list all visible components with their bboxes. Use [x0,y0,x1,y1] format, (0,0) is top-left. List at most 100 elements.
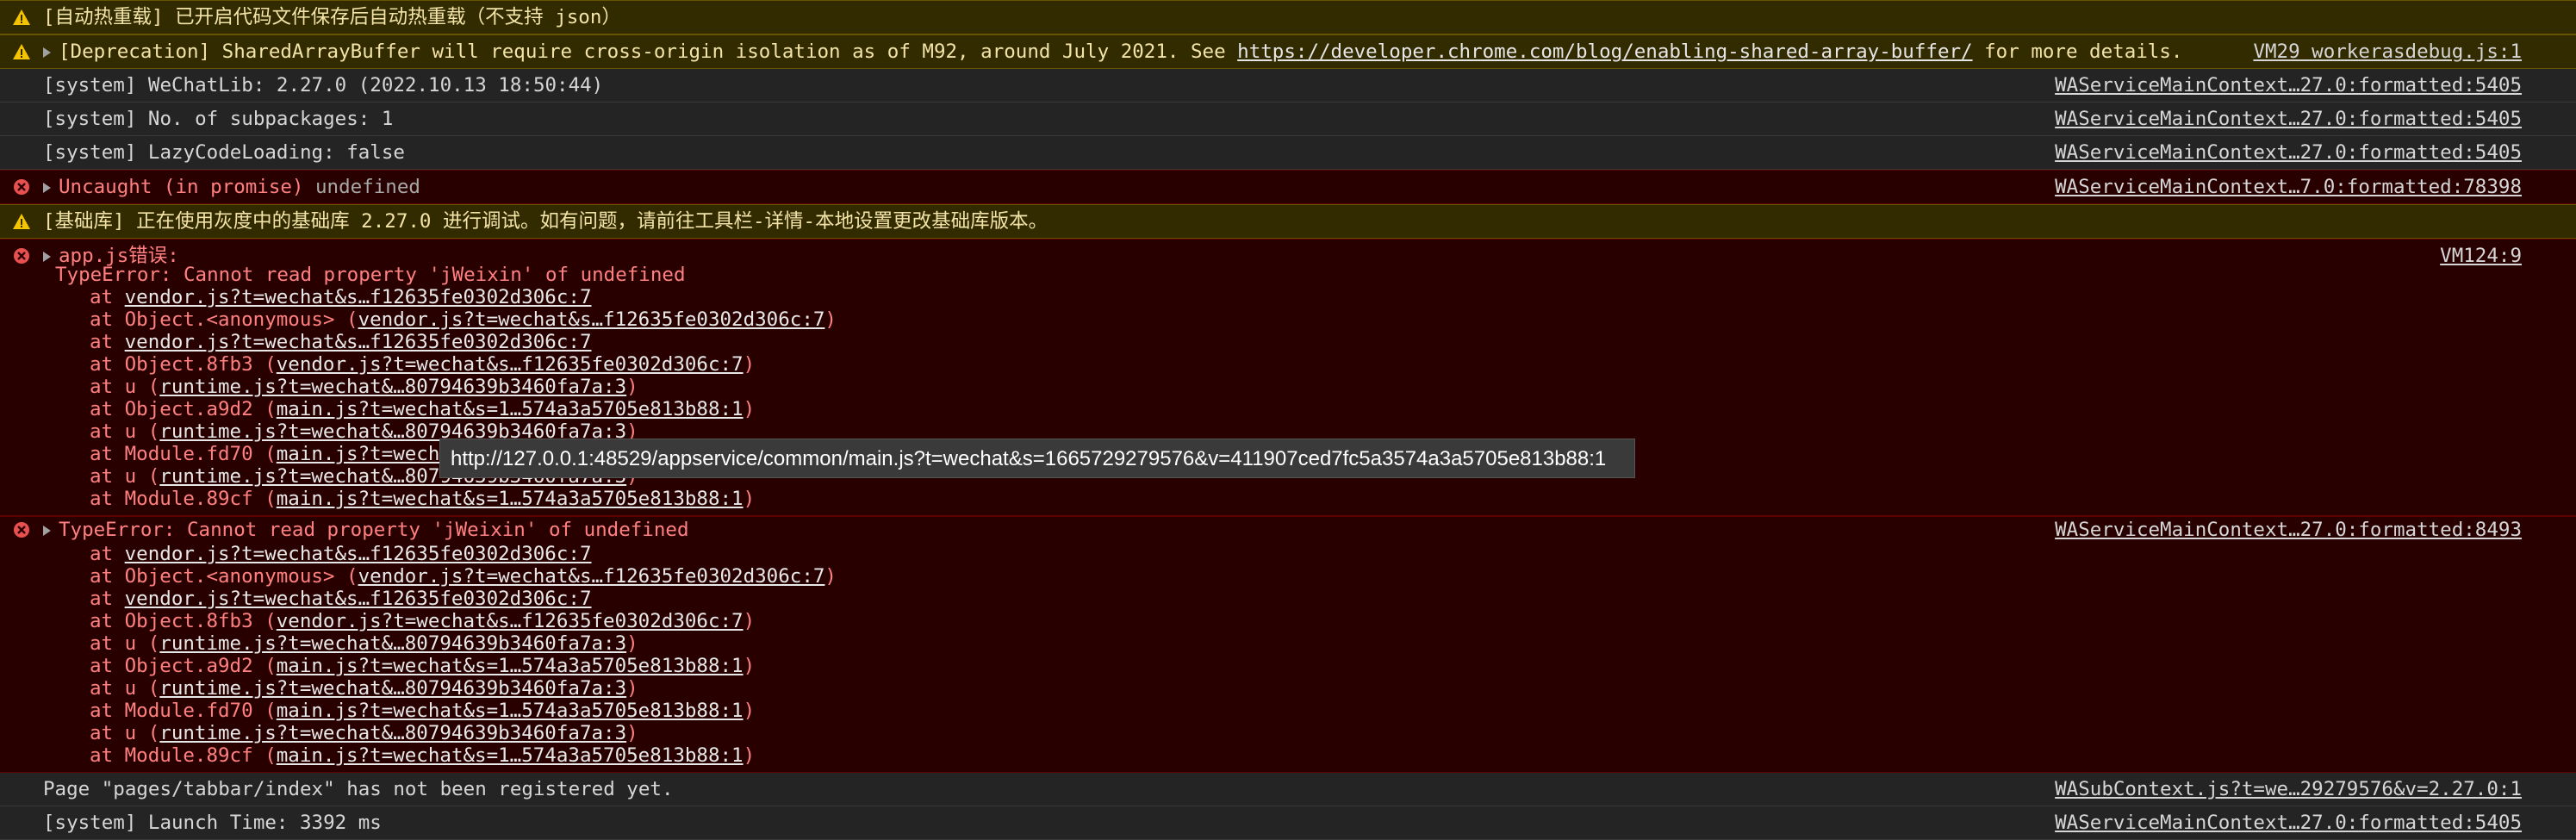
stack-frame-caller: at u ( [90,465,160,488]
source-link[interactable]: WAServiceMainContext…7.0:formatted:78398 [2055,171,2522,203]
stack-frame-caller: at Object.a9d2 ( [90,398,277,420]
stack-frame-link[interactable]: runtime.js?t=wechat&…80794639b3460fa7a:3 [159,677,626,700]
stack-frame-paren: ) [626,376,638,398]
stack-frame-link[interactable]: main.js?t=wechat&s=1…574a3a5705e813b88:1 [277,655,744,677]
stack-frame-caller: at u ( [90,420,160,443]
message-text: [自动热重载] 已开启代码文件保存后自动热重载（不支持 json） [43,6,621,28]
expand-triangle-icon[interactable] [43,517,59,543]
stack-frame-link[interactable]: main.js?t=wechat&s=1…574a3a5705e813b88:1 [277,700,744,722]
stack-frame-caller: at Module.fd70 ( [90,443,277,465]
stack-frame: at u (runtime.js?t=wechat&…80794639b3460… [0,722,2576,744]
console-message-warning: [基础库] 正在使用灰度中的基础库 2.27.0 进行调试。如有问题，请前往工具… [0,204,2576,239]
source-link[interactable]: VM29 workerasdebug.js:1 [2253,35,2522,68]
console-message-log: [system] LazyCodeLoading: false WAService… [0,136,2576,170]
console-log: [自动热重载] 已开启代码文件保存后自动热重载（不支持 json） [Depre… [0,0,2576,840]
stack-frame-link[interactable]: runtime.js?t=wechat&…80794639b3460fa7a:3 [159,632,626,655]
source-link[interactable]: VM124:9 [2440,240,2522,272]
source-link[interactable]: WAServiceMainContext…27.0:formatted:5405 [2055,103,2522,135]
message-text: app.js错误: [59,245,179,267]
message-text-after: for more details. [1972,40,2183,63]
stack-frame-link[interactable]: runtime.js?t=wechat&…80794639b3460fa7a:3 [159,722,626,744]
stack-frame-paren: ) [743,488,756,510]
message-text: [Deprecation] SharedArrayBuffer will req… [59,40,1238,63]
stack-frame: at Object.8fb3 (vendor.js?t=wechat&s…f12… [0,610,2576,632]
link-tooltip: http://127.0.0.1:48529/appservice/common… [439,439,1635,478]
stack-frame: at vendor.js?t=wechat&s…f12635fe0302d306… [0,543,2576,565]
stack-frame-paren: ) [626,632,638,655]
stack-frame-caller: at Module.fd70 ( [90,700,277,722]
stack-frame-paren: ) [824,308,837,331]
stack-frame-caller: at Module.89cf ( [90,488,277,510]
stack-trace: at vendor.js?t=wechat&s…f12635fe0302d306… [0,543,2576,767]
stack-frame: at vendor.js?t=wechat&s…f12635fe0302d306… [0,286,2576,308]
stack-frame: at vendor.js?t=wechat&s…f12635fe0302d306… [0,331,2576,353]
source-link[interactable]: WAServiceMainContext…27.0:formatted:8493 [2055,517,2522,543]
stack-frame-caller: at Object.8fb3 ( [90,610,277,632]
stack-frame-link[interactable]: main.js?t=wechat&s=1…574a3a5705e813b88:1 [277,488,744,510]
source-link[interactable]: WASubContext.js?t=we…29279576&v=2.27.0:1 [2055,773,2522,806]
console-message-log: Page "pages/tabbar/index" has not been r… [0,773,2576,806]
stack-frame-link[interactable]: vendor.js?t=wechat&s…f12635fe0302d306c:7 [277,610,744,632]
stack-frame-caller: at Object.a9d2 ( [90,655,277,677]
message-text: [system] No. of subpackages: 1 [43,108,394,130]
console-message-warning[interactable]: [Deprecation] SharedArrayBuffer will req… [0,34,2576,69]
message-text: [基础库] 正在使用灰度中的基础库 2.27.0 进行调试。如有问题，请前往工具… [43,210,1048,233]
stack-frame: at u (runtime.js?t=wechat&…80794639b3460… [0,632,2576,655]
expand-triangle-icon[interactable] [43,171,59,203]
stack-frame-caller: at Object.8fb3 ( [90,353,277,376]
stack-frame-caller: at Module.89cf ( [90,744,277,767]
stack-frame-caller: at [90,331,125,353]
message-text: TypeError: Cannot read property 'jWeixin… [59,519,689,541]
stack-frame-link[interactable]: vendor.js?t=wechat&s…f12635fe0302d306c:7 [358,565,825,588]
console-message-log: [system] Launch Time: 3392 ms WAServiceMa… [0,806,2576,840]
expand-triangle-icon[interactable] [43,240,59,272]
stack-frame: at Object.<anonymous> (vendor.js?t=wecha… [0,565,2576,588]
stack-frame-paren: ) [743,700,756,722]
message-value: undefined [315,176,420,198]
source-link[interactable]: WAServiceMainContext…27.0:formatted:5405 [2055,806,2522,839]
console-message-log: [system] WeChatLib: 2.27.0 (2022.10.13 1… [0,69,2576,103]
stack-frame-caller: at u ( [90,722,160,744]
warning-icon [13,9,30,25]
stack-frame-paren: ) [743,398,756,420]
source-link[interactable]: WAServiceMainContext…27.0:formatted:5405 [2055,136,2522,169]
stack-frame-link[interactable]: vendor.js?t=wechat&s…f12635fe0302d306c:7 [277,353,744,376]
warning-icon [13,214,30,229]
stack-frame-link[interactable]: vendor.js?t=wechat&s…f12635fe0302d306c:7 [358,308,825,331]
stack-frame-link[interactable]: main.js?t=wechat&s=1…574a3a5705e813b88:1 [277,398,744,420]
expand-triangle-icon[interactable] [43,35,59,68]
stack-frame-caller: at Object.<anonymous> ( [90,308,358,331]
warning-icon [13,44,30,59]
stack-frame: at vendor.js?t=wechat&s…f12635fe0302d306… [0,588,2576,610]
stack-frame-caller: at Object.<anonymous> ( [90,565,358,588]
stack-frame-caller: at u ( [90,376,160,398]
stack-frame-link[interactable]: vendor.js?t=wechat&s…f12635fe0302d306c:7 [125,588,592,610]
stack-frame-link[interactable]: vendor.js?t=wechat&s…f12635fe0302d306c:7 [125,286,592,308]
error-icon [14,248,29,264]
stack-frame-paren: ) [743,610,756,632]
console-message-log: [system] No. of subpackages: 1 WAServiceM… [0,103,2576,136]
stack-frame: at Object.a9d2 (main.js?t=wechat&s=1…574… [0,398,2576,420]
message-text: Page "pages/tabbar/index" has not been r… [43,778,674,800]
message-text: [system] WeChatLib: 2.27.0 (2022.10.13 1… [43,74,604,96]
stack-frame-paren: ) [743,353,756,376]
console-message-error[interactable]: Uncaught (in promise) undefined WAServic… [0,170,2576,204]
stack-frame-caller: at [90,588,125,610]
stack-frame-link[interactable]: runtime.js?t=wechat&…80794639b3460fa7a:3 [159,376,626,398]
stack-frame-paren: ) [743,744,756,767]
stack-frame-paren: ) [824,565,837,588]
source-link[interactable]: WAServiceMainContext…27.0:formatted:5405 [2055,69,2522,102]
stack-frame-caller: at [90,286,125,308]
deprecation-link[interactable]: https://developer.chrome.com/blog/enabli… [1237,40,1972,63]
console-message-warning: [自动热重载] 已开启代码文件保存后自动热重载（不支持 json） [0,0,2576,34]
stack-frame: at Object.a9d2 (main.js?t=wechat&s=1…574… [0,655,2576,677]
stack-frame-link[interactable]: vendor.js?t=wechat&s…f12635fe0302d306c:7 [125,331,592,353]
stack-frame-caller: at u ( [90,632,160,655]
stack-frame-paren: ) [626,677,638,700]
stack-frame: at Object.8fb3 (vendor.js?t=wechat&s…f12… [0,353,2576,376]
stack-frame-paren: ) [743,655,756,677]
stack-frame-link[interactable]: vendor.js?t=wechat&s…f12635fe0302d306c:7 [125,543,592,565]
stack-frame-link[interactable]: main.js?t=wechat&s=1…574a3a5705e813b88:1 [277,744,744,767]
stack-frame-paren: ) [626,722,638,744]
console-message-error[interactable]: TypeError: Cannot read property 'jWeixin… [0,516,2576,773]
